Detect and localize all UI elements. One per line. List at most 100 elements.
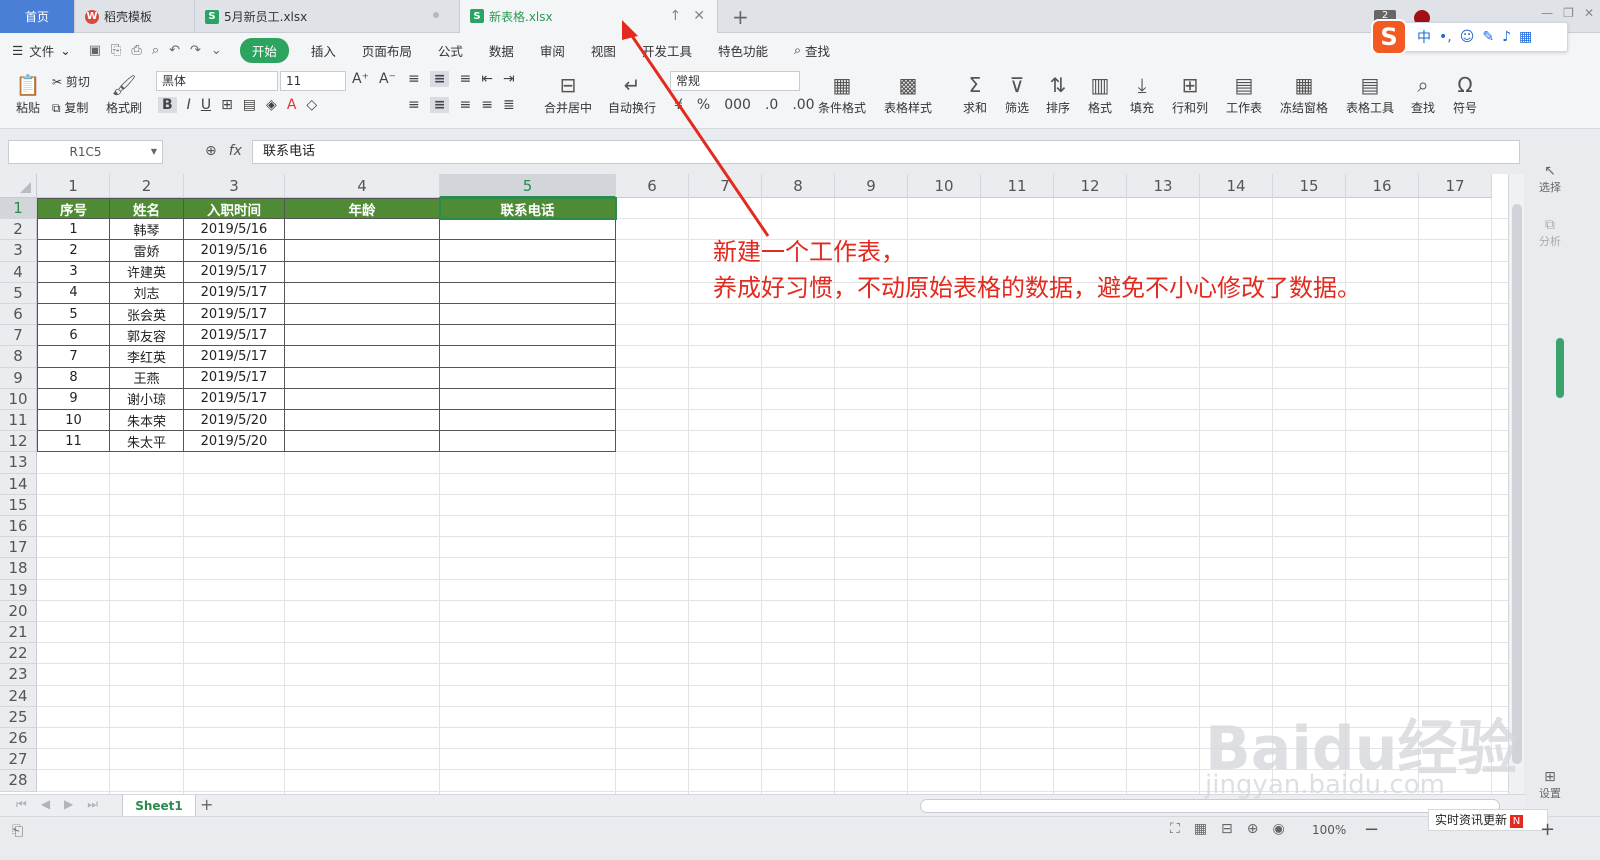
table-cell[interactable]: 朱太平	[110, 431, 184, 453]
table-cell[interactable]	[440, 388, 616, 410]
wrap-text-button[interactable]: ↵ 自动换行	[604, 73, 660, 116]
column-header[interactable]: 3	[184, 174, 285, 198]
fill-button[interactable]: ⤓ 填充	[1124, 73, 1160, 116]
row-header[interactable]: 19	[0, 579, 37, 601]
fullscreen-icon[interactable]: ⛶	[1170, 821, 1180, 837]
table-cell[interactable]: 2019/5/17	[184, 367, 285, 389]
table-tools-button[interactable]: ▤ 表格工具	[1340, 73, 1400, 116]
zoom-in-icon[interactable]: +	[1540, 819, 1555, 840]
next-sheet-icon[interactable]: ▶	[64, 797, 73, 812]
table-cell[interactable]: 2019/5/20	[184, 431, 285, 453]
mic-icon[interactable]: ♪	[1502, 29, 1511, 45]
table-cell[interactable]	[285, 410, 440, 432]
table-cell[interactable]	[285, 367, 440, 389]
align-center-icon[interactable]: ≡	[429, 97, 450, 113]
increase-decimal-icon[interactable]: .0	[765, 97, 778, 113]
row-header[interactable]: 14	[0, 473, 37, 495]
undo-icon[interactable]: ↶	[169, 43, 180, 58]
freeze-panes-button[interactable]: ▦ 冻结窗格	[1274, 73, 1334, 116]
table-cell[interactable]: 2019/5/20	[184, 410, 285, 432]
distributed-icon[interactable]: ≣	[503, 97, 515, 113]
column-header[interactable]: 17	[1419, 174, 1492, 198]
table-cell[interactable]	[440, 346, 616, 368]
table-cell[interactable]: 3	[37, 261, 110, 283]
column-header[interactable]: 7	[689, 174, 762, 198]
row-header[interactable]: 6	[0, 304, 37, 326]
column-header[interactable]: 13	[1127, 174, 1200, 198]
tab-new-employees-file[interactable]: S 5月新员工.xlsx	[195, 0, 460, 33]
table-cell[interactable]	[440, 410, 616, 432]
align-bottom-icon[interactable]: ≡	[459, 71, 471, 87]
indent-decrease-icon[interactable]: ⇤	[481, 71, 493, 87]
table-header-cell[interactable]: 入职时间	[184, 198, 285, 220]
column-header[interactable]: 16	[1346, 174, 1419, 198]
align-left-icon[interactable]: ≡	[408, 97, 420, 113]
format-button[interactable]: ▥ 格式	[1082, 73, 1118, 116]
table-cell[interactable]: 11	[37, 431, 110, 453]
table-cell[interactable]	[440, 261, 616, 283]
copy-button[interactable]: ⧉ 复制	[52, 99, 102, 116]
row-header[interactable]: 25	[0, 706, 37, 728]
symbol-button[interactable]: Ω 符号	[1446, 73, 1484, 116]
table-cell[interactable]	[440, 240, 616, 262]
menu-tab-review[interactable]: 审阅	[540, 41, 565, 60]
row-header[interactable]: 12	[0, 431, 37, 453]
sheet-tab-sheet1[interactable]: Sheet1	[122, 795, 196, 817]
row-header[interactable]: 22	[0, 643, 37, 665]
row-header[interactable]: 18	[0, 558, 37, 580]
row-col-button[interactable]: ⊞ 行和列	[1166, 73, 1214, 116]
new-tab-button[interactable]: +	[732, 5, 749, 29]
column-header[interactable]: 15	[1273, 174, 1346, 198]
tab-new-table-file[interactable]: S 新表格.xlsx ↑ ✕	[460, 0, 718, 34]
indent-increase-icon[interactable]: ⇥	[503, 71, 515, 87]
print-preview-icon[interactable]: ⌕	[152, 43, 159, 58]
macro-icon[interactable]: ⎗	[12, 823, 23, 839]
table-cell[interactable]: 朱本荣	[110, 410, 184, 432]
punctuation-icon[interactable]: •,	[1439, 29, 1452, 45]
sort-button[interactable]: ⇅ 排序	[1040, 73, 1076, 116]
format-painter-button[interactable]: 🖌 格式刷	[104, 73, 144, 116]
table-cell[interactable]	[440, 367, 616, 389]
pen-icon[interactable]: ✎	[1482, 29, 1494, 45]
table-cell[interactable]	[285, 431, 440, 453]
tab-home[interactable]: 首页	[0, 0, 75, 33]
table-cell[interactable]: 2019/5/17	[184, 388, 285, 410]
menu-search[interactable]: ⌕ 查找	[794, 41, 830, 60]
align-top-icon[interactable]: ≡	[408, 71, 420, 87]
row-header[interactable]: 23	[0, 664, 37, 686]
table-cell[interactable]: 1	[37, 219, 110, 241]
table-cell[interactable]: 2019/5/17	[184, 304, 285, 326]
table-cell[interactable]	[440, 282, 616, 304]
eye-protect-icon[interactable]: ◉	[1273, 821, 1285, 837]
print-icon[interactable]: ⎙	[131, 43, 141, 58]
paste-button[interactable]: 📋 粘贴	[10, 73, 46, 116]
fx-icon[interactable]: fx	[229, 143, 242, 159]
align-right-icon[interactable]: ≡	[459, 97, 471, 113]
table-cell[interactable]: 4	[37, 282, 110, 304]
row-header[interactable]: 20	[0, 600, 37, 622]
decrease-font-icon[interactable]: A⁻	[379, 71, 396, 87]
emoji-icon[interactable]: ☺	[1460, 29, 1475, 45]
table-cell[interactable]: 王燕	[110, 367, 184, 389]
table-cell[interactable]	[440, 219, 616, 241]
table-header-cell[interactable]: 年龄	[285, 198, 440, 220]
sum-button[interactable]: Σ 求和	[958, 73, 992, 116]
menu-tab-formulas[interactable]: 公式	[438, 41, 463, 60]
table-cell[interactable]	[285, 240, 440, 262]
row-header[interactable]: 11	[0, 410, 37, 432]
table-cell[interactable]: 2019/5/16	[184, 219, 285, 241]
tab-docer-templates[interactable]: W 稻壳模板	[75, 0, 195, 33]
grid-menu-icon[interactable]: ▦	[1519, 29, 1532, 45]
zoom-level[interactable]: 100%	[1312, 823, 1346, 837]
table-cell[interactable]: 谢小琼	[110, 388, 184, 410]
save-icon[interactable]: ▣	[89, 43, 101, 58]
table-cell[interactable]: 6	[37, 325, 110, 347]
select-all-corner[interactable]	[0, 174, 37, 198]
column-header[interactable]: 10	[908, 174, 981, 198]
currency-icon[interactable]: ¥	[674, 97, 683, 113]
column-header[interactable]: 14	[1200, 174, 1273, 198]
table-header-cell[interactable]: 序号	[37, 198, 110, 220]
table-cell[interactable]: 2	[37, 240, 110, 262]
row-header[interactable]: 7	[0, 325, 37, 347]
underline-icon[interactable]: U	[201, 97, 211, 113]
